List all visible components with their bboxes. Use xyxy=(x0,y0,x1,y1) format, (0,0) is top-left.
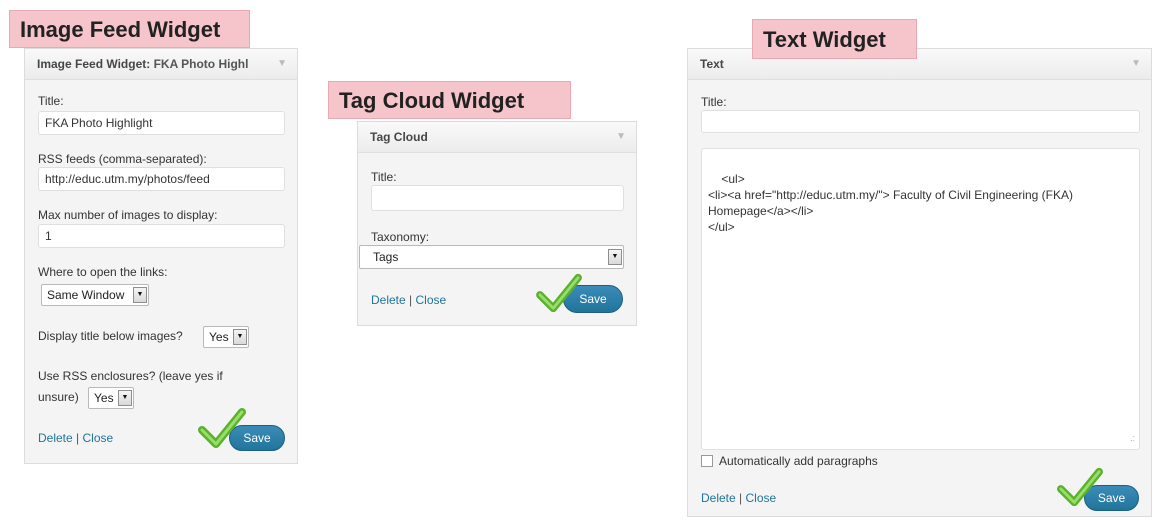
text-widget-callout: Text Widget xyxy=(752,19,917,59)
image-feed-widget: Image Feed Widget: FKA Photo Highl ▼ Tit… xyxy=(24,48,298,464)
tag-cloud-widget-header[interactable]: Tag Cloud ▼ xyxy=(358,122,636,153)
enclosures-select[interactable]: Yes ▼ xyxy=(88,387,134,409)
separator: | xyxy=(735,491,746,505)
display-title-value: Yes xyxy=(209,330,229,344)
title-input[interactable] xyxy=(701,110,1140,133)
title-label: Title: xyxy=(701,95,727,109)
open-links-select[interactable]: Same Window ▼ xyxy=(41,284,149,306)
content-textarea[interactable]: <ul> <li><a href="http://educ.utm.my/"> … xyxy=(701,148,1140,450)
close-link[interactable]: Close xyxy=(82,431,113,445)
delete-link[interactable]: Delete xyxy=(38,431,73,445)
widget-actions: Delete | Close xyxy=(38,431,113,445)
checkmark-icon xyxy=(536,273,582,313)
text-widget: Text ▼ Title: <ul> <li><a href="http://e… xyxy=(687,48,1152,517)
max-images-input[interactable]: 1 xyxy=(38,224,285,248)
delete-link[interactable]: Delete xyxy=(371,293,406,307)
close-link[interactable]: Close xyxy=(415,293,446,307)
dropdown-arrow-icon: ▼ xyxy=(233,329,247,345)
text-header-title: Text xyxy=(700,57,724,71)
auto-paragraphs-label: Automatically add paragraphs xyxy=(719,454,878,468)
title-label: Title: xyxy=(38,94,64,108)
enclosures-label: Use RSS enclosures? (leave yes if xyxy=(38,369,223,383)
content-text: <ul> <li><a href="http://educ.utm.my/"> … xyxy=(708,172,1074,234)
open-links-value: Same Window xyxy=(47,288,125,302)
triangle-down-icon[interactable]: ▼ xyxy=(277,49,287,79)
resize-grip-icon[interactable]: .: xyxy=(1130,430,1135,446)
tag-cloud-callout: Tag Cloud Widget xyxy=(328,81,571,119)
delete-link[interactable]: Delete xyxy=(701,491,736,505)
auto-paragraphs-checkbox[interactable] xyxy=(701,455,713,467)
dropdown-arrow-icon: ▼ xyxy=(133,287,147,303)
dropdown-arrow-icon: ▼ xyxy=(608,249,622,265)
tag-cloud-header-title: Tag Cloud xyxy=(370,130,428,144)
widget-actions: Delete | Close xyxy=(701,491,776,505)
image-feed-widget-header[interactable]: Image Feed Widget: FKA Photo Highl ▼ xyxy=(25,49,297,80)
max-images-label: Max number of images to display: xyxy=(38,208,218,222)
enclosures-value: Yes xyxy=(94,391,114,405)
display-title-select[interactable]: Yes ▼ xyxy=(203,326,249,348)
open-links-label: Where to open the links: xyxy=(38,265,168,279)
close-link[interactable]: Close xyxy=(745,491,776,505)
separator: | xyxy=(72,431,83,445)
title-label: Title: xyxy=(371,170,397,184)
triangle-down-icon[interactable]: ▼ xyxy=(616,122,626,152)
dropdown-arrow-icon: ▼ xyxy=(118,390,132,406)
tag-cloud-widget: Tag Cloud ▼ Title: Taxonomy: Tags ▼ Dele… xyxy=(357,121,637,326)
title-input[interactable] xyxy=(371,185,624,211)
rss-label: RSS feeds (comma-separated): xyxy=(38,152,207,166)
widget-actions: Delete | Close xyxy=(371,293,446,307)
title-input[interactable]: FKA Photo Highlight xyxy=(38,111,285,135)
checkmark-icon xyxy=(1057,467,1103,507)
rss-input[interactable]: http://educ.utm.my/photos/feed xyxy=(38,167,285,191)
image-feed-callout: Image Feed Widget xyxy=(9,10,250,48)
checkmark-icon xyxy=(198,408,246,448)
image-feed-header-name: FKA Photo Highl xyxy=(150,57,249,71)
image-feed-header-prefix: Image Feed Widget: xyxy=(37,57,151,71)
taxonomy-value: Tags xyxy=(373,250,399,264)
display-title-label: Display title below images? xyxy=(38,329,183,343)
separator: | xyxy=(405,293,416,307)
triangle-down-icon[interactable]: ▼ xyxy=(1131,49,1141,79)
enclosures-label-cont: unsure) xyxy=(38,390,79,404)
taxonomy-select[interactable]: Tags ▼ xyxy=(359,245,624,269)
taxonomy-label: Taxonomy: xyxy=(371,230,430,244)
